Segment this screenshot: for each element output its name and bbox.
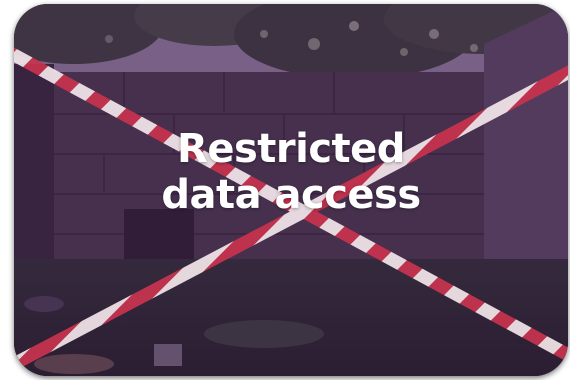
- restricted-caption: Restricted data access: [14, 126, 568, 218]
- caption-line-2: data access: [161, 172, 421, 218]
- caption-line-1: Restricted: [177, 126, 405, 172]
- restricted-access-card: Restricted data access: [14, 4, 568, 376]
